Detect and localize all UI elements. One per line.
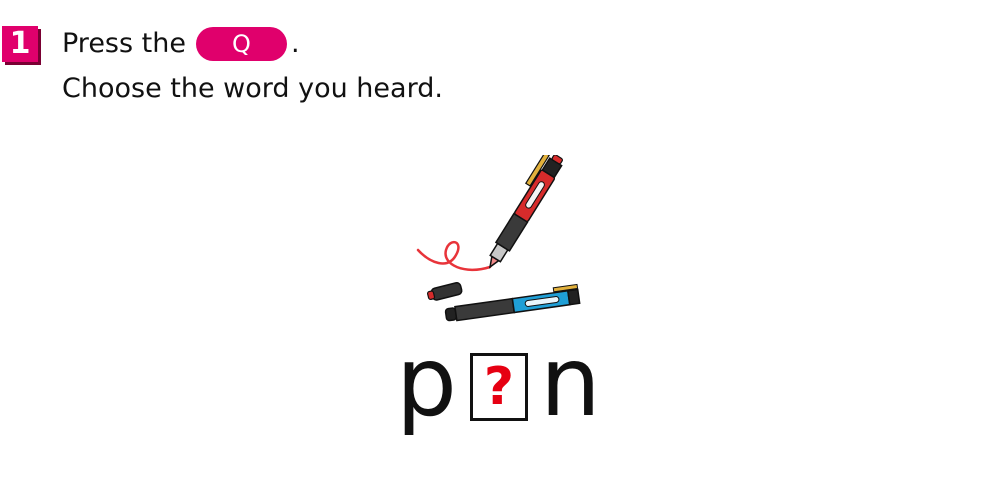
word-puzzle: p ? n: [396, 330, 636, 440]
letter-p: p: [396, 326, 457, 438]
instruction-press-text: Press the: [62, 28, 186, 59]
instruction-line-1: Press the Q .: [62, 27, 300, 61]
letter-n: n: [540, 326, 601, 438]
instruction-line-2: Choose the word you heard.: [62, 73, 443, 104]
instruction-period: .: [290, 28, 300, 59]
question-mark: ?: [483, 357, 515, 417]
step-number-badge: 1: [2, 26, 38, 62]
pen-and-marker-icon: [416, 155, 581, 322]
missing-letter-box: ?: [470, 353, 528, 421]
q-button[interactable]: Q: [195, 27, 287, 61]
